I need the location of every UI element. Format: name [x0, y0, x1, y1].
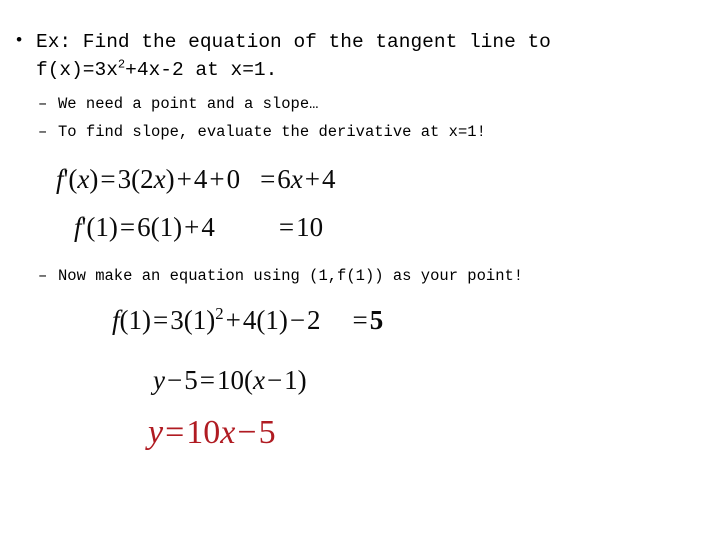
- eq4-equals: =: [199, 365, 215, 395]
- eq1-term-0: 0: [226, 164, 241, 194]
- eq2-term-6-1: 6(1): [137, 212, 183, 242]
- eq2-equals-first: =: [119, 212, 136, 242]
- main-bullet-body: Ex: Find the equation of the tangent lin…: [36, 28, 551, 84]
- eq3-equals-first: =: [153, 305, 169, 335]
- equation-final-tangent-line: y=10x−5: [148, 414, 276, 452]
- eq3-term-3-1: 3(1): [170, 305, 216, 335]
- main-bullet-line-2: f(x)=3x2+4x-2 at x=1.: [36, 56, 551, 84]
- eq2-f: f: [74, 212, 82, 242]
- eq3-term-2: 2: [307, 305, 321, 335]
- eq4-constant-1-close: 1): [284, 365, 307, 395]
- eq2-plus: +: [184, 212, 200, 242]
- eq1-term-variable-x: x: [153, 164, 166, 194]
- sub-bullet-text-before: Now make an equation using: [58, 267, 310, 285]
- eq1-term-4: 4: [193, 164, 208, 194]
- eq3-minus: −: [289, 305, 306, 335]
- bullet-marker-dash: –: [38, 123, 48, 141]
- eq1-result-plus: +: [304, 164, 321, 194]
- function-definition-suffix: +4x-2 at x=1.: [125, 59, 278, 81]
- equation-derivative-general: f'(x)=3(2x)+4+0 =6x+4: [56, 164, 336, 195]
- eq5-minus: −: [237, 414, 257, 451]
- eq1-result-variable-x: x: [290, 164, 303, 194]
- eq1-plus-second: +: [209, 164, 225, 194]
- eq1-variable-x: x: [77, 164, 90, 194]
- eq3-result-5: 5: [369, 305, 384, 335]
- eq1-term-3-2: 3(2: [117, 164, 154, 194]
- eq1-f: f: [56, 164, 64, 194]
- eq1-right-hand-side: =6x+4: [258, 164, 335, 195]
- equation-derivative-at-1: f'(1)=6(1)+4 =10: [74, 212, 323, 243]
- eq1-equals-first: =: [100, 164, 116, 194]
- sub-bullet-need-point-slope: – We need a point and a slope…: [38, 92, 318, 116]
- sub-bullet-make-equation: – Now make an equation using (1,f(1)) as…: [38, 264, 523, 288]
- eq4-variable-x: x: [252, 365, 265, 395]
- eq3-exponent-two: 2: [215, 304, 224, 323]
- bullet-marker-dot: •: [14, 32, 25, 51]
- eq2-term-4: 4: [201, 212, 215, 242]
- eq2-right-hand-side: =10: [277, 212, 323, 243]
- eq2-equals-second: =: [278, 212, 295, 242]
- eq5-constant-5: 5: [258, 414, 276, 451]
- eq1-result-4: 4: [322, 164, 336, 194]
- bullet-marker-dash: –: [38, 95, 48, 113]
- eq1-result-6: 6: [277, 164, 291, 194]
- eq3-f: f: [112, 305, 120, 335]
- eq3-right-hand-side: =5: [351, 305, 384, 336]
- eq5-equals: =: [165, 414, 185, 451]
- eq1-term-close-paren: ): [165, 164, 175, 194]
- eq3-argument: (1): [119, 305, 151, 335]
- sub-bullet-text: Now make an equation using (1,f(1)) as y…: [58, 264, 523, 288]
- eq4-slope-10-open: 10(: [216, 365, 253, 395]
- eq3-plus: +: [225, 305, 241, 335]
- sub-bullet-text-after: as your point!: [383, 267, 524, 285]
- point-coordinates: (1,f(1)): [309, 267, 384, 285]
- equation-point-slope: y−5=10(x−1): [153, 365, 307, 396]
- eq4-minus-second: −: [266, 365, 283, 395]
- equation-function-at-1: f(1)=3(1)2+4(1)−2 =5: [112, 305, 383, 336]
- eq1-equals-second: =: [260, 164, 276, 194]
- eq4-constant-5: 5: [184, 365, 198, 395]
- eq5-variable-x: x: [220, 414, 236, 451]
- eq5-slope-10: 10: [186, 414, 221, 451]
- eq2-argument: (1): [86, 212, 118, 242]
- eq2-result-10: 10: [296, 212, 324, 242]
- eq1-plus-first: +: [176, 164, 192, 194]
- eq4-minus-first: −: [166, 365, 183, 395]
- eq3-term-4-1: 4(1): [242, 305, 288, 335]
- slide-canvas: • Ex: Find the equation of the tangent l…: [0, 0, 720, 540]
- eq3-equals-second: =: [352, 305, 368, 335]
- bullet-marker-dash: –: [38, 267, 48, 285]
- sub-bullet-evaluate-derivative: – To find slope, evaluate the derivative…: [38, 120, 486, 144]
- main-bullet-line-1: Ex: Find the equation of the tangent lin…: [36, 31, 551, 53]
- eq1-close-paren: ): [89, 164, 99, 194]
- main-bullet: • Ex: Find the equation of the tangent l…: [14, 28, 551, 84]
- sub-bullet-text: To find slope, evaluate the derivative a…: [58, 123, 486, 141]
- function-definition-prefix: f(x)=3x: [36, 59, 118, 81]
- eq4-variable-y: y: [153, 365, 165, 395]
- sub-bullet-text: We need a point and a slope…: [58, 95, 319, 113]
- eq5-variable-y: y: [148, 414, 164, 451]
